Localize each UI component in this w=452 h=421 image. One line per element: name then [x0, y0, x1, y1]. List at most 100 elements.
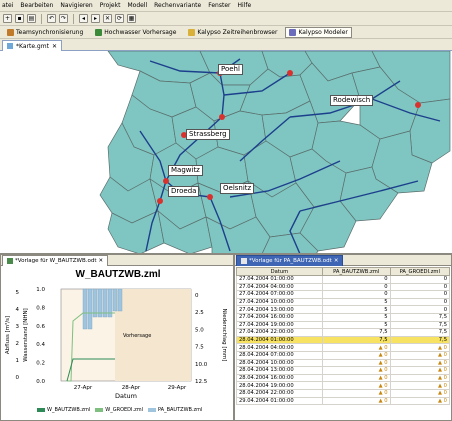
table-cell[interactable]: 27.04.2004 16:00:00 [236, 312, 323, 322]
perspective-3[interactable]: Kalypso Modeler [285, 26, 352, 38]
column-header[interactable]: Datum [236, 267, 323, 276]
table-cell[interactable]: 7,5 [389, 312, 451, 322]
perspective-1[interactable]: Hochwasser Vorhersage [91, 27, 180, 38]
table-cell[interactable]: ▲ 0 [389, 381, 451, 390]
column-header[interactable]: PA_BAUTZWB.zml [321, 267, 391, 276]
table-cell[interactable]: 28.04.2004 04:00:00 [236, 343, 323, 352]
menu-item-7[interactable]: Hilfe [238, 2, 252, 9]
table-cell[interactable]: 0 [321, 282, 391, 292]
close-icon[interactable]: ✕ [99, 258, 104, 264]
close-icon[interactable]: ✕ [334, 258, 339, 264]
table-cell[interactable]: ▲ 0 [321, 366, 391, 375]
table-row[interactable]: 27.04.2004 04:00:00 0 0 [236, 282, 451, 292]
table-cell[interactable]: 28.04.2004 16:00:00 [236, 373, 323, 383]
table-row[interactable]: 28.04.2004 19:00:00 ▲ 0 ▲ 0 [236, 381, 451, 390]
table-cell[interactable]: 7,5 [321, 335, 391, 345]
map-canvas[interactable] [0, 51, 452, 254]
menu-item-2[interactable]: Navigieren [60, 2, 92, 9]
table-cell[interactable]: ▲ 0 [321, 388, 391, 398]
table-cell[interactable]: 28.04.2004 10:00:00 [236, 358, 323, 368]
table-row[interactable]: 27.04.2004 10:00:00 5 0 [236, 297, 451, 307]
table-cell[interactable]: 7,5 [321, 328, 391, 337]
table-row[interactable]: 27.04.2004 07:00:00 0 0 [236, 290, 451, 299]
chart-canvas[interactable]: 0 1 2 3 4 5 0.0 0.2 0.4 0.6 0.8 1.0 0 2.5 5.0 7.5 10.0 12… [1, 281, 235, 411]
menu-item-0[interactable]: atei [2, 2, 13, 9]
tab-chart-template[interactable]: *Vorlage für W_BAUTZWB.odt ✕ [2, 255, 109, 266]
table-row[interactable]: 28.04.2004 07:00:00 ▲ 0 ▲ 0 [236, 350, 451, 360]
table-row[interactable]: 27.04.2004 01:00:00 0 0 [236, 275, 451, 284]
column-header[interactable]: PA_GROEDI.zml [389, 267, 451, 276]
table-cell[interactable]: 0 [321, 275, 391, 284]
table-cell[interactable]: 0 [389, 297, 451, 307]
table-cell[interactable]: 0 [389, 282, 451, 292]
refresh-icon[interactable]: ⟳ [115, 14, 124, 23]
menu-item-5[interactable]: Rechenvariante [154, 2, 201, 9]
table-cell[interactable]: ▲ 0 [389, 343, 451, 352]
table-row[interactable]: 29.04.2004 01:00:00 ▲ 0 ▲ 0 [236, 396, 451, 406]
table-cell[interactable]: 27.04.2004 13:00:00 [236, 305, 323, 314]
table-cell[interactable]: 0 [389, 275, 451, 284]
table-row[interactable]: 27.04.2004 22:00:00 7,5 7,5 [236, 328, 451, 337]
print-icon[interactable]: ▤ [27, 14, 36, 23]
table-cell[interactable]: 5 [321, 297, 391, 307]
table-cell[interactable]: 28.04.2004 01:00:00 [236, 335, 323, 345]
table-cell[interactable]: 27.04.2004 01:00:00 [236, 275, 323, 284]
new-icon[interactable]: + [3, 14, 12, 23]
back-icon[interactable]: ◂ [79, 14, 88, 23]
table-cell[interactable]: 7,5 [389, 320, 451, 330]
table-cell[interactable]: 28.04.2004 13:00:00 [236, 366, 323, 375]
table-cell[interactable]: 28.04.2004 07:00:00 [236, 350, 323, 360]
table-cell[interactable]: ▲ 0 [389, 373, 451, 383]
calculate-icon[interactable]: ▦ [127, 14, 136, 23]
table-row[interactable]: 28.04.2004 13:00:00 ▲ 0 ▲ 0 [236, 366, 451, 375]
table-cell[interactable]: 28.04.2004 19:00:00 [236, 381, 323, 390]
table-cell[interactable]: ▲ 0 [321, 373, 391, 383]
table-cell[interactable]: 27.04.2004 10:00:00 [236, 297, 323, 307]
table-cell[interactable]: 5 [321, 320, 391, 330]
table-cell[interactable]: 0 [389, 290, 451, 299]
undo-icon[interactable]: ↶ [47, 14, 56, 23]
perspective-0[interactable]: Teamsynchronisierung [3, 27, 87, 38]
table-cell[interactable]: 5 [321, 312, 391, 322]
table-cell[interactable]: 27.04.2004 22:00:00 [236, 328, 323, 337]
table-row[interactable]: 28.04.2004 10:00:00 ▲ 0 ▲ 0 [236, 358, 451, 368]
map-view[interactable]: Poehl Rodewisch Strassberg Magwitz Oelsn… [0, 51, 452, 254]
save-icon[interactable]: ▪ [15, 14, 24, 23]
tab-karte[interactable]: *Karte.gmt ✕ [2, 40, 62, 51]
table-cell[interactable]: 5 [321, 305, 391, 314]
table-cell[interactable]: ▲ 0 [389, 396, 451, 406]
table-row[interactable]: 27.04.2004 13:00:00 5 0 [236, 305, 451, 314]
menu-item-6[interactable]: Fenster [208, 2, 230, 9]
table-cell[interactable]: 0 [389, 305, 451, 314]
menu-item-3[interactable]: Projekt [100, 2, 121, 9]
table-cell[interactable]: ▲ 0 [321, 350, 391, 360]
redo-icon[interactable]: ↷ [59, 14, 68, 23]
timeseries-table[interactable]: Datum PA_BAUTZWB.zml PA_GROEDI.zml 27.04.2… [236, 267, 451, 406]
table-cell[interactable]: ▲ 0 [321, 358, 391, 368]
table-cell[interactable]: 0 [321, 290, 391, 299]
table-cell[interactable]: ▲ 0 [321, 396, 391, 406]
table-row[interactable]: 27.04.2004 19:00:00 5 7,5 [236, 320, 451, 330]
table-cell[interactable]: 27.04.2004 07:00:00 [236, 290, 323, 299]
table-cell[interactable]: ▲ 0 [389, 358, 451, 368]
perspective-2[interactable]: Kalypso Zeitreihenbrowser [184, 27, 281, 38]
table-row[interactable]: 28.04.2004 01:00:00 7,5 7,5 [236, 335, 451, 345]
table-cell[interactable]: ▲ 0 [321, 343, 391, 352]
table-row[interactable]: 28.04.2004 04:00:00 ▲ 0 ▲ 0 [236, 343, 451, 352]
table-cell[interactable]: ▲ 0 [389, 366, 451, 375]
table-cell[interactable]: ▲ 0 [321, 381, 391, 390]
tab-table-template[interactable]: *Vorlage für PA_BAUTZWB.odt ✕ [236, 255, 344, 266]
table-cell[interactable]: ▲ 0 [389, 388, 451, 398]
table-cell[interactable]: 29.04.2004 01:00:00 [236, 396, 323, 406]
menu-item-1[interactable]: Bearbeiten [20, 2, 53, 9]
table-cell[interactable]: ▲ 0 [389, 350, 451, 360]
table-cell[interactable]: 7,5 [389, 328, 451, 337]
close-icon[interactable]: ✕ [52, 43, 57, 50]
table-cell[interactable]: 7,5 [389, 335, 451, 345]
delete-icon[interactable]: ✕ [103, 14, 112, 23]
table-cell[interactable]: 28.04.2004 22:00:00 [236, 388, 323, 398]
menu-item-4[interactable]: Modell [127, 2, 147, 9]
table-row[interactable]: 28.04.2004 22:00:00 ▲ 0 ▲ 0 [236, 388, 451, 398]
forward-icon[interactable]: ▸ [91, 14, 100, 23]
table-row[interactable]: 27.04.2004 16:00:00 5 7,5 [236, 312, 451, 322]
